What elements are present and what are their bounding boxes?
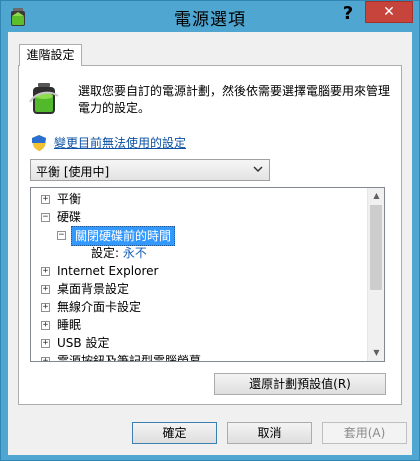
chevron-down-icon	[253, 166, 263, 173]
expand-icon[interactable]: +	[41, 303, 50, 312]
collapse-icon[interactable]: −	[57, 231, 66, 240]
tree-item-label: 睡眠	[57, 318, 82, 332]
power-plan-select[interactable]: 平衡 [使用中]	[30, 159, 270, 181]
tree-item-label: 平衡	[57, 192, 82, 206]
help-button[interactable]: ?	[335, 1, 361, 27]
settings-tree[interactable]: + 平衡 − 硬碟 − 關閉硬碟前的時間 設定: 永不 + Internet E…	[30, 187, 385, 362]
close-button[interactable]: ✕	[365, 1, 413, 23]
tree-item-label: 電源按鈕及筆記型電腦螢幕	[57, 354, 202, 362]
dialog-body: 進階設定 選取您要自訂的電源計劃，然後依需要選擇電腦要用來管理電力的設定。 變更…	[8, 32, 412, 455]
tree-item-label: 桌面背景設定	[57, 282, 130, 296]
description-text: 選取您要自訂的電源計劃，然後依需要選擇電腦要用來管理電力的設定。	[78, 84, 391, 115]
tree-item-label: USB 設定	[57, 336, 110, 350]
tree-item-label-selected: 關閉硬碟前的時間	[71, 226, 176, 246]
power-options-window: 電源選項 ? ✕ 進階設定 選取您要自訂的電源計劃，然後依需要選擇電腦要用來管理…	[0, 0, 420, 461]
expand-icon[interactable]: +	[41, 285, 50, 294]
tree-item-label: 硬碟	[57, 210, 82, 224]
title-bar[interactable]: 電源選項 ? ✕	[1, 1, 419, 33]
tree-item-label: 無線介面卡設定	[57, 300, 142, 314]
scroll-down-icon[interactable]: ▼	[368, 345, 384, 361]
collapse-icon[interactable]: −	[41, 213, 50, 222]
tree-scrollbar[interactable]: ▲ ▼	[367, 188, 384, 361]
power-plan-value: 平衡 [使用中]	[36, 165, 110, 179]
cancel-button[interactable]: 取消	[227, 422, 312, 444]
expand-icon[interactable]: +	[41, 321, 50, 330]
expand-icon[interactable]: +	[41, 339, 50, 348]
expand-icon[interactable]: +	[41, 195, 50, 204]
setting-label: 設定:	[91, 246, 120, 260]
restore-defaults-button[interactable]: 還原計劃預設值(R)	[214, 373, 386, 395]
expand-icon[interactable]: +	[41, 267, 50, 276]
tree-setting-row[interactable]: 設定: 永不	[91, 244, 147, 262]
scroll-up-icon[interactable]: ▲	[368, 188, 384, 204]
setting-value[interactable]: 永不	[123, 246, 147, 260]
expand-icon[interactable]: +	[41, 357, 50, 361]
ok-button[interactable]: 確定	[132, 422, 217, 444]
battery-plan-icon	[29, 83, 59, 114]
uac-shield-icon	[32, 135, 46, 151]
tab-advanced-settings[interactable]: 進階設定	[19, 44, 82, 66]
change-unavailable-settings-link[interactable]: 變更目前無法使用的設定	[54, 134, 186, 151]
tree-item-label: Internet Explorer	[57, 264, 159, 278]
scroll-thumb[interactable]	[370, 205, 382, 290]
apply-button: 套用(A)	[322, 422, 407, 444]
